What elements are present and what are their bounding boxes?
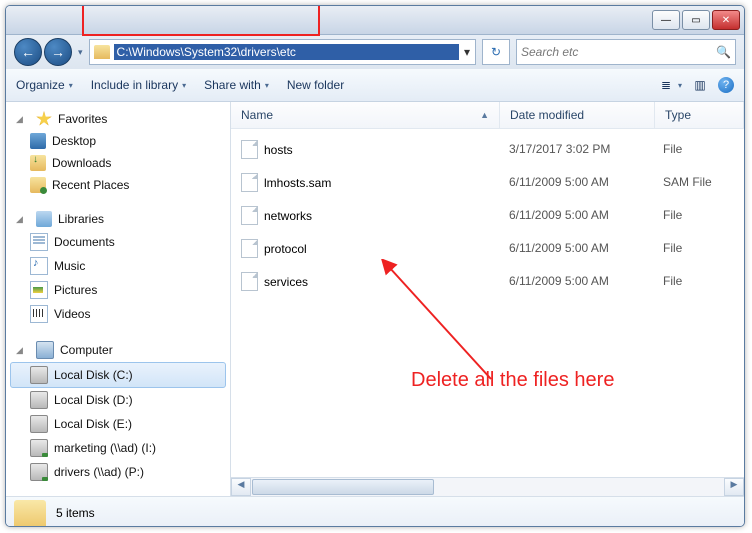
file-row[interactable]: lmhosts.sam 6/11/2009 5:00 AMSAM File (231, 166, 744, 199)
nav-drive-i[interactable]: marketing (\\ad) (I:) (6, 436, 230, 460)
search-placeholder: Search etc (521, 45, 578, 59)
file-date: 3/17/2017 3:02 PM (499, 135, 653, 164)
search-box[interactable]: Search etc 🔍 (516, 39, 736, 65)
folder-icon (14, 500, 46, 526)
nav-documents[interactable]: Documents (6, 230, 230, 254)
scroll-right-button[interactable]: ▶ (724, 478, 744, 496)
item-count: 5 items (56, 506, 95, 520)
nav-drive-c[interactable]: Local Disk (C:) (10, 362, 226, 388)
file-icon (241, 272, 258, 291)
file-name: lmhosts.sam (264, 176, 331, 190)
file-date: 6/11/2009 5:00 AM (499, 201, 653, 230)
minimize-button[interactable]: — (652, 10, 680, 30)
libraries-icon (36, 211, 52, 227)
col-type[interactable]: Type (655, 102, 744, 128)
help-button[interactable]: ? (718, 77, 734, 93)
search-icon: 🔍 (716, 45, 731, 59)
file-row[interactable]: hosts 3/17/2017 3:02 PMFile (231, 133, 744, 166)
scroll-left-button[interactable]: ◀ (231, 478, 251, 496)
scroll-thumb[interactable] (252, 479, 434, 495)
star-icon (36, 111, 52, 127)
address-path[interactable]: C:\Windows\System32\drivers\etc (114, 44, 459, 60)
share-menu[interactable]: Share with▾ (204, 78, 269, 92)
file-name: services (264, 275, 308, 289)
file-name: networks (264, 209, 312, 223)
view-menu[interactable]: ≣▾ (658, 77, 682, 93)
favorites-group[interactable]: ◢Favorites (6, 108, 230, 130)
file-date: 6/11/2009 5:00 AM (499, 168, 653, 197)
forward-button[interactable]: → (44, 38, 72, 66)
close-button[interactable]: ✕ (712, 10, 740, 30)
drive-icon (30, 415, 48, 433)
file-name: hosts (264, 143, 293, 157)
col-name[interactable]: Name▲ (231, 102, 500, 128)
organize-menu[interactable]: Organize▾ (16, 78, 73, 92)
documents-icon (30, 233, 48, 251)
nav-drive-d[interactable]: Local Disk (D:) (6, 388, 230, 412)
sort-indicator: ▲ (480, 110, 489, 120)
file-type: File (653, 201, 744, 230)
file-type: SAM File (653, 168, 744, 197)
drive-icon (30, 391, 48, 409)
nav-pictures[interactable]: Pictures (6, 278, 230, 302)
desktop-icon (30, 133, 46, 149)
explorer-window: — ▭ ✕ ← → ▾ C:\Windows\System32\drivers\… (5, 5, 745, 527)
file-icon (241, 173, 258, 192)
file-icon (241, 140, 258, 159)
drive-icon (30, 366, 48, 384)
file-icon (241, 239, 258, 258)
file-type: File (653, 135, 744, 164)
nav-drive-p[interactable]: drivers (\\ad) (P:) (6, 460, 230, 484)
network-drive-icon (30, 463, 48, 481)
pictures-icon (30, 281, 48, 299)
address-row: ← → ▾ C:\Windows\System32\drivers\etc ▾ … (6, 35, 744, 69)
file-icon (241, 206, 258, 225)
nav-desktop[interactable]: Desktop (6, 130, 230, 152)
file-list-pane: Name▲ Date modified Type hosts 3/17/2017 … (231, 102, 744, 496)
computer-group[interactable]: ◢Computer (6, 338, 230, 362)
downloads-icon (30, 155, 46, 171)
nav-recent[interactable]: Recent Places (6, 174, 230, 196)
nav-drive-e[interactable]: Local Disk (E:) (6, 412, 230, 436)
file-type: File (653, 267, 744, 296)
preview-pane-button[interactable]: ▥ (692, 77, 708, 93)
nav-downloads[interactable]: Downloads (6, 152, 230, 174)
videos-icon (30, 305, 48, 323)
libraries-group[interactable]: ◢Libraries (6, 208, 230, 230)
nav-music[interactable]: Music (6, 254, 230, 278)
recent-icon (30, 177, 46, 193)
titlebar: — ▭ ✕ (6, 6, 744, 35)
computer-icon (36, 341, 54, 359)
annotation-text: Delete all the files here (411, 369, 614, 392)
view-icon: ≣ (658, 77, 674, 93)
network-drive-icon (30, 439, 48, 457)
new-folder-button[interactable]: New folder (287, 78, 344, 92)
refresh-button[interactable]: ↻ (482, 39, 510, 65)
file-name: protocol (264, 242, 307, 256)
toolbar: Organize▾ Include in library▾ Share with… (6, 69, 744, 102)
status-bar: 5 items (6, 496, 744, 527)
file-date: 6/11/2009 5:00 AM (499, 267, 653, 296)
back-button[interactable]: ← (14, 38, 42, 66)
maximize-button[interactable]: ▭ (682, 10, 710, 30)
address-bar[interactable]: C:\Windows\System32\drivers\etc ▾ (89, 39, 476, 65)
file-type: File (653, 234, 744, 263)
horizontal-scrollbar[interactable]: ◀ ▶ (231, 477, 744, 496)
nav-videos[interactable]: Videos (6, 302, 230, 326)
file-date: 6/11/2009 5:00 AM (499, 234, 653, 263)
address-dropdown[interactable]: ▾ (459, 45, 475, 59)
folder-icon (94, 45, 110, 59)
include-library-menu[interactable]: Include in library▾ (91, 78, 186, 92)
music-icon (30, 257, 48, 275)
column-headers: Name▲ Date modified Type (231, 102, 744, 129)
history-dropdown[interactable]: ▾ (78, 47, 83, 58)
col-date[interactable]: Date modified (500, 102, 655, 128)
navigation-pane: ◢Favorites Desktop Downloads Recent Plac… (6, 102, 231, 496)
file-row[interactable]: networks 6/11/2009 5:00 AMFile (231, 199, 744, 232)
explorer-body: ◢Favorites Desktop Downloads Recent Plac… (6, 102, 744, 496)
